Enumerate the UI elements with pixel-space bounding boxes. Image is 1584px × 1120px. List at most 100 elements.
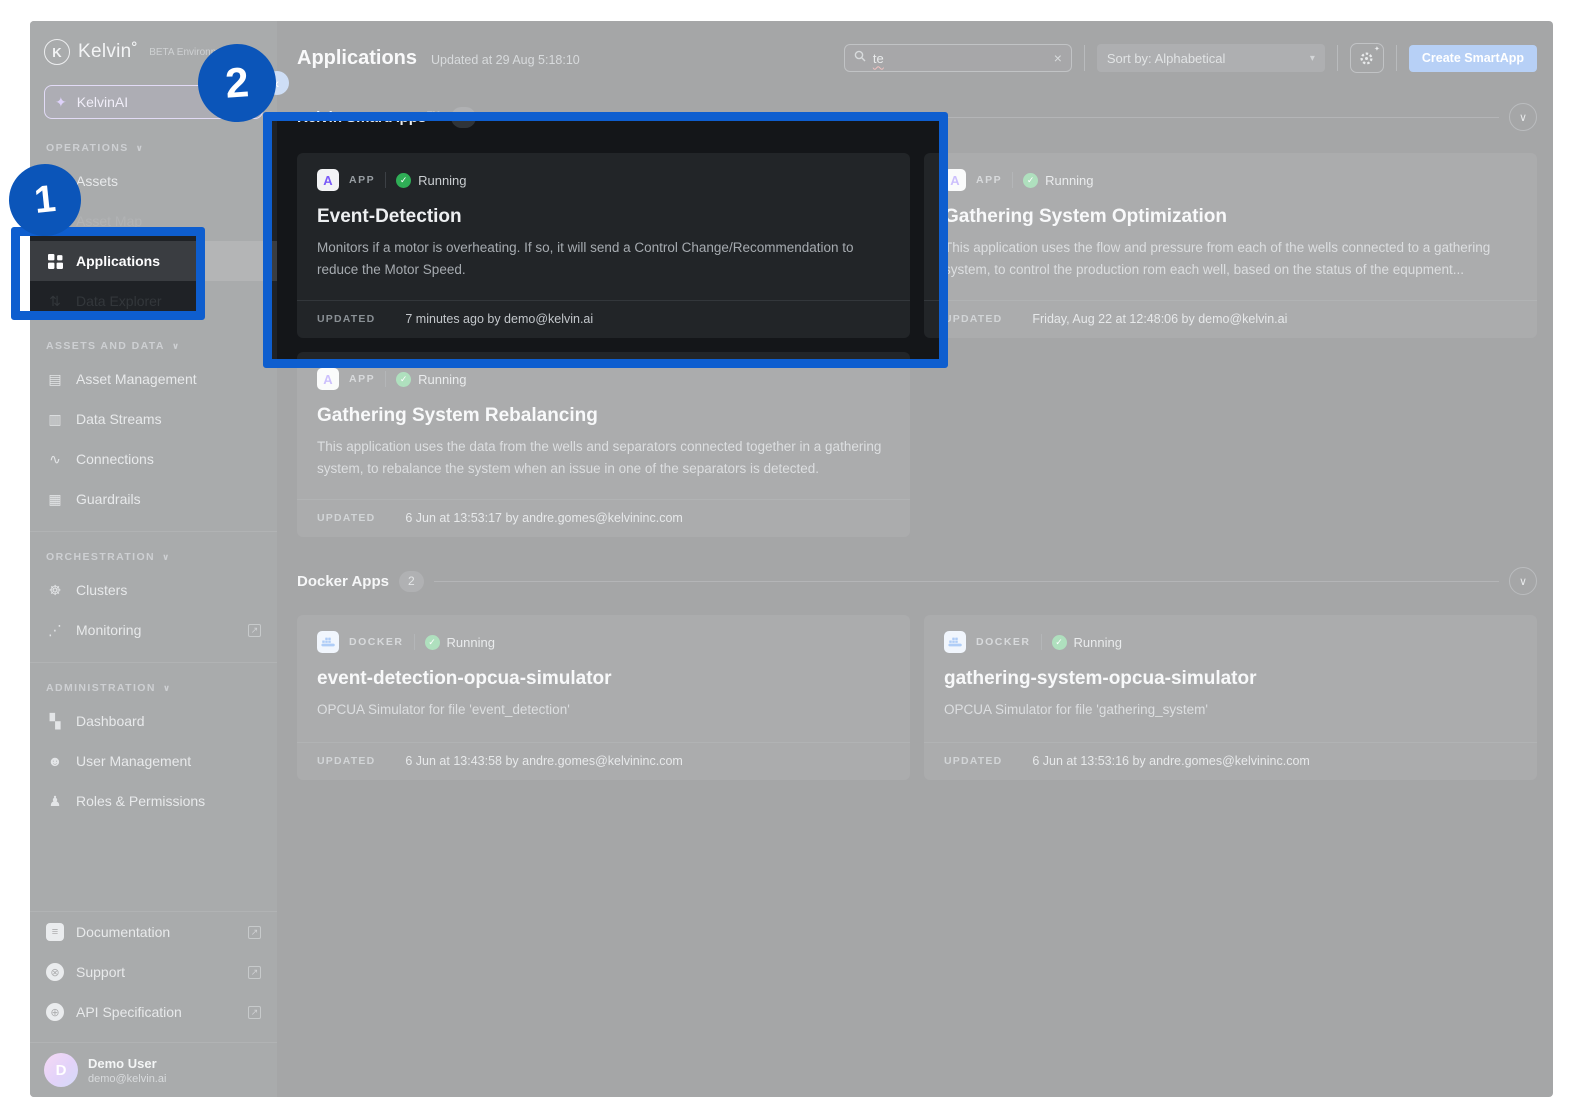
documentation-icon: ≡ — [46, 923, 64, 941]
sidebar-item-label: Data Streams — [76, 411, 162, 427]
divider — [385, 371, 387, 387]
section-label: OPERATIONS — [46, 142, 129, 154]
sidebar-item-api-specification[interactable]: ⊕ API Specification ↗ — [30, 992, 277, 1032]
card-description: OPCUA Simulator for file 'gathering_syst… — [944, 702, 1209, 717]
running-check-icon: ✓ — [396, 371, 412, 387]
avatar: D — [44, 1053, 78, 1087]
sidebar-item-label: User Management — [76, 753, 192, 769]
external-link-icon: ↗ — [248, 623, 261, 637]
docker-card-gathering-system-simulator[interactable]: DOCKER ✓ Running gathering-system-opcua-… — [924, 615, 1537, 780]
sidebar-item-applications[interactable]: Applications — [30, 241, 277, 281]
section-header-assets-and-data[interactable]: ASSETS AND DATA ∨ — [30, 333, 277, 359]
clusters-icon: ☸ — [48, 581, 62, 598]
external-link-icon: ↗ — [248, 1005, 261, 1019]
user-profile[interactable]: D Demo User demo@kelvin.ai — [30, 1042, 277, 1097]
status-badge: ✓ Running — [396, 172, 467, 188]
section-header-orchestration[interactable]: ORCHESTRATION ∨ — [30, 544, 277, 570]
sidebar-item-label: Data Explorer — [76, 293, 162, 309]
divider — [1395, 45, 1397, 71]
docker-section-header: Docker Apps 2 ∨ — [297, 567, 1537, 595]
sidebar-item-guardrails[interactable]: ▦ Guardrails — [30, 479, 277, 519]
chevron-down-icon: ▾ — [1309, 52, 1315, 64]
card-title: event-detection-opcua-simulator — [317, 668, 612, 689]
main-content: Applications Updated at 29 Aug 5:18:10 t… — [277, 21, 1553, 1097]
page-header: Applications Updated at 29 Aug 5:18:10 t… — [277, 21, 1553, 73]
sidebar-item-assets[interactable]: ◈ Assets — [30, 161, 277, 201]
divider — [1083, 45, 1085, 71]
api-spec-icon: ⊕ — [46, 1003, 64, 1021]
kelvinai-label: KelvinAI — [76, 94, 129, 110]
running-check-icon: ✓ — [396, 172, 412, 188]
status-badge: ✓ Running — [1051, 634, 1122, 650]
divider — [433, 580, 1499, 582]
status-label: Running — [1073, 634, 1122, 650]
sidebar-item-monitoring[interactable]: ⋰ Monitoring ↗ — [30, 610, 277, 650]
updated-label: UPDATED — [944, 755, 1003, 767]
running-check-icon: ✓ — [1023, 172, 1039, 188]
updated-value: 6 Jun at 13:53:16 by andre.gomes@kelvini… — [1032, 754, 1310, 768]
updated-label: UPDATED — [944, 313, 1003, 325]
app-window: K Kelvin˚ BETA Environment (DE ✦ KelvinA… — [30, 21, 1553, 1097]
settings-gear-button[interactable]: ✦ — [1349, 43, 1384, 73]
sidebar-item-label: Connections — [76, 451, 154, 467]
sidebar-item-dashboard[interactable]: ▚ Dashboard — [30, 701, 277, 741]
sidebar-item-asset-map[interactable]: ◎ Asset Map — [30, 201, 277, 241]
chevron-down-icon: ∨ — [162, 551, 171, 562]
status-badge: ✓ Running — [396, 371, 467, 387]
sidebar-item-asset-management[interactable]: ▤ Asset Management — [30, 359, 277, 399]
docker-grid: DOCKER ✓ Running event-detection-opcua-s… — [297, 615, 1537, 780]
status-label: Running — [418, 371, 467, 387]
section-label: ORCHESTRATION — [46, 551, 156, 563]
dashboard-icon: ▚ — [49, 712, 61, 729]
users-icon: ☻ — [47, 753, 63, 769]
search-input[interactable]: te × — [843, 44, 1072, 72]
smartapps-grid: A APP ✓ Running Event-Detection Monitors… — [297, 153, 1537, 537]
create-smartapp-button[interactable]: Create SmartApp — [1408, 44, 1537, 72]
sidebar-item-label: Applications — [76, 253, 161, 269]
gear-icon — [1360, 52, 1373, 64]
section-collapse-button[interactable]: ∨ — [1509, 567, 1537, 595]
smartapp-card-gathering-rebalancing[interactable]: A APP ✓ Running Gathering System Rebalan… — [297, 352, 910, 537]
status-label: Running — [1045, 172, 1094, 188]
sidebar-item-connections[interactable]: ∿ Connections — [30, 439, 277, 479]
sidebar-item-support[interactable]: ⊗ Support ↗ — [30, 952, 277, 992]
sidebar-item-data-explorer[interactable]: ⇅ Data Explorer — [30, 281, 277, 321]
updated-label: UPDATED — [317, 313, 376, 325]
smartapp-card-event-detection[interactable]: A APP ✓ Running Event-Detection Monitors… — [297, 153, 910, 338]
sort-dropdown[interactable]: Sort by: Alphabetical ▾ — [1096, 44, 1325, 72]
sidebar-item-clusters[interactable]: ☸ Clusters — [30, 570, 277, 610]
sidebar-item-label: Monitoring — [76, 622, 142, 638]
card-description: OPCUA Simulator for file 'event_detectio… — [317, 702, 570, 717]
smartapp-card-gathering-optimization[interactable]: A APP ✓ Running Gathering System Optimiz… — [924, 153, 1537, 338]
kelvinai-button[interactable]: ✦ KelvinAI — [44, 85, 263, 119]
sidebar-item-label: Documentation — [76, 924, 171, 940]
sidebar-item-data-streams[interactable]: ▥ Data Streams — [30, 399, 277, 439]
sidebar-collapse-button[interactable]: ‹ — [265, 71, 289, 95]
external-link-icon: ↗ — [248, 925, 261, 939]
chevron-down-icon: ∨ — [171, 340, 181, 351]
card-description: Monitors if a motor is overheating. If s… — [317, 240, 854, 278]
docker-card-event-detection-simulator[interactable]: DOCKER ✓ Running event-detection-opcua-s… — [297, 615, 910, 780]
section-header-operations[interactable]: OPERATIONS ∨ — [30, 135, 277, 161]
smartapps-section-title: Kelvin SmartApps™ — [297, 108, 442, 126]
app-badge-icon: A — [944, 169, 966, 191]
sidebar-item-user-management[interactable]: ☻ User Management — [30, 741, 277, 781]
divider — [485, 116, 1499, 118]
divider — [385, 172, 387, 188]
section-collapse-button[interactable]: ∨ — [1509, 103, 1537, 131]
clear-search-icon[interactable]: × — [1054, 50, 1062, 66]
assets-icon: ◈ — [49, 172, 61, 189]
section-label: ASSETS AND DATA — [46, 340, 165, 352]
sidebar-item-roles-permissions[interactable]: ♟ Roles & Permissions — [30, 781, 277, 821]
docker-whale-icon — [317, 631, 339, 653]
docker-type-label: DOCKER — [349, 636, 404, 648]
status-label: Running — [446, 634, 495, 650]
kelvinai-badge — [214, 91, 252, 113]
sidebar: K Kelvin˚ BETA Environment (DE ✦ KelvinA… — [30, 21, 289, 1097]
app-type-label: APP — [976, 174, 1003, 186]
section-header-administration[interactable]: ADMINISTRATION ∨ — [30, 675, 277, 701]
status-badge: ✓ Running — [1023, 172, 1094, 188]
sidebar-item-label: Asset Management — [76, 371, 197, 387]
sidebar-item-documentation[interactable]: ≡ Documentation ↗ — [30, 912, 277, 952]
